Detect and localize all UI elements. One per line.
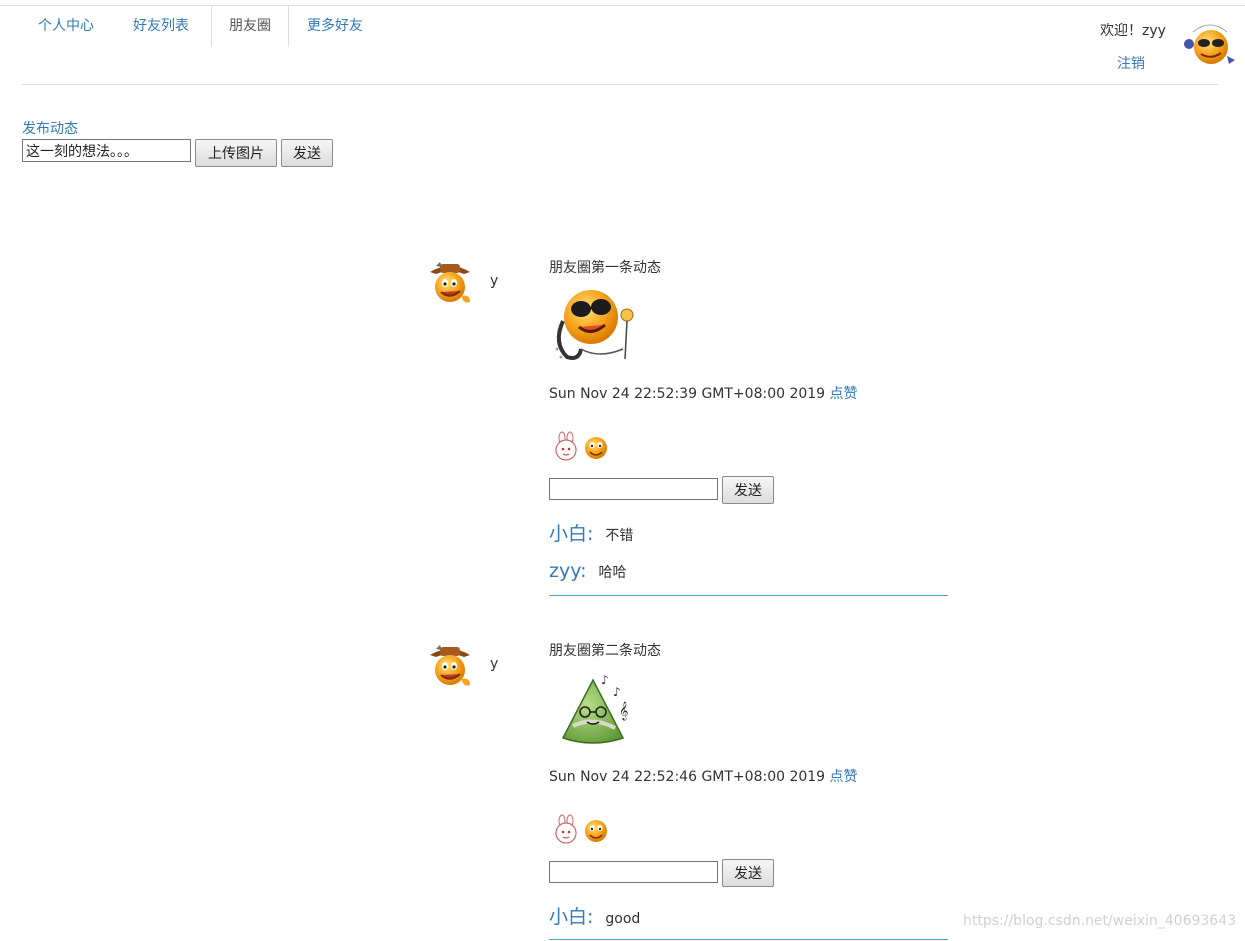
status-input[interactable] [22,139,191,162]
user-avatar-icon [1181,20,1239,70]
moment-post: y 朋友圈第二条动态 Sun Nov 24 22:52:46 GMT+08:00… [0,633,1245,941]
comment-list: 小白: 不错 zyy: 哈哈 [549,520,948,594]
liker-icons [551,814,615,848]
post-timestamp: Sun Nov 24 22:52:39 GMT+08:00 2019 [549,386,826,402]
liker-icons [551,431,615,465]
comment-send-button[interactable]: 发送 [722,859,774,887]
post-text: 朋友圈第二条动态 [549,643,661,659]
post-text: 朋友圈第一条动态 [549,260,661,276]
bunny-icon [551,814,581,846]
moment-post: y 朋友圈第一条动态 Sun Nov 24 22:52:39 GMT+08:00… [0,250,1245,600]
publish-label: 发布动态 [22,121,78,137]
commenter-name: zyy: [549,560,587,582]
comment-item: 小白: 不错 [549,520,948,557]
comment-item: 小白: good [549,903,948,940]
comment-send-button[interactable]: 发送 [722,476,774,504]
emoji-icon [581,431,611,463]
like-link[interactable]: 点赞 [830,769,858,785]
comment-text: 哈哈 [598,565,627,581]
watermark: https://blog.csdn.net/weixin_40693643 [963,913,1237,929]
tab-personal-center[interactable]: 个人中心 [38,6,94,47]
post-image-singing-zongzi [549,666,637,754]
tab-friend-list[interactable]: 好友列表 [133,6,189,47]
post-divider [549,939,948,940]
author-name: y [490,656,499,672]
comment-list: 小白: good [549,903,948,940]
upload-image-button[interactable]: 上传图片 [195,139,277,167]
emoji-icon [581,814,611,846]
commenter-name: 小白: [549,523,594,545]
post-divider [549,595,948,596]
post-meta: Sun Nov 24 22:52:46 GMT+08:00 2019 点赞 [549,766,858,786]
cowboy-avatar-icon [424,641,476,691]
post-timestamp: Sun Nov 24 22:52:46 GMT+08:00 2019 [549,769,826,785]
welcome-text: 欢迎！zyy [1100,23,1166,39]
tab-more-friends[interactable]: 更多好友 [307,6,363,47]
post-meta: Sun Nov 24 22:52:39 GMT+08:00 2019 点赞 [549,383,858,403]
comment-text: 不错 [605,528,634,544]
comment-item: zyy: 哈哈 [549,557,948,594]
post-image-goggles-emoji [549,283,637,371]
publish-send-button[interactable]: 发送 [281,139,333,167]
cowboy-avatar-icon [424,258,476,308]
like-link[interactable]: 点赞 [830,386,858,402]
bunny-icon [551,431,581,463]
nav-tabs: 个人中心 好友列表 朋友圈 更多好友 [22,6,1218,85]
comment-text: good [605,911,641,927]
author-name: y [490,273,499,289]
logout-link[interactable]: 注销 [1117,53,1145,73]
comment-input[interactable] [549,478,718,500]
comment-input[interactable] [549,861,718,883]
commenter-name: 小白: [549,906,594,928]
tab-moments[interactable]: 朋友圈 [211,6,289,47]
